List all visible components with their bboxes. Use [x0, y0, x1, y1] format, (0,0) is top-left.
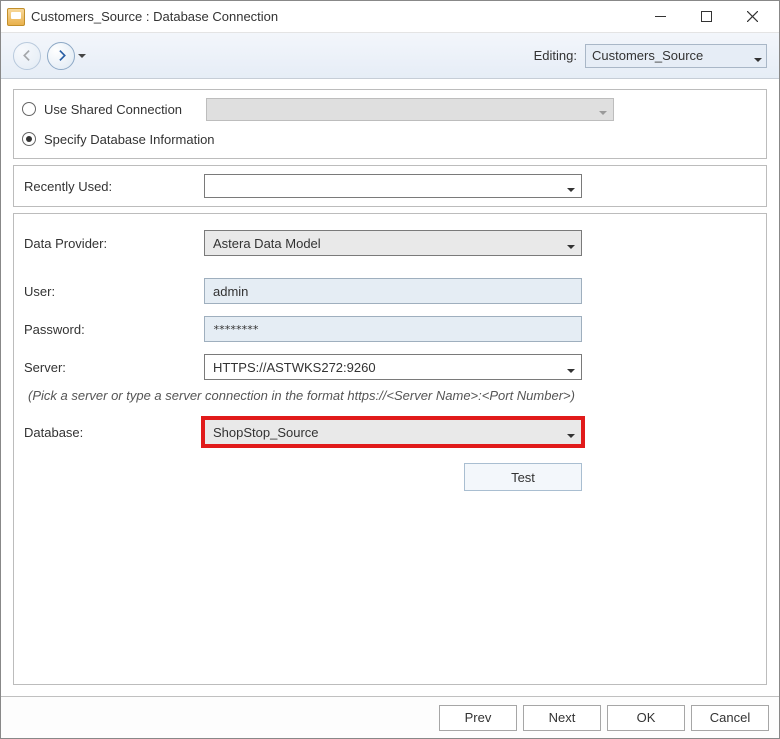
next-button[interactable]: Next: [523, 705, 601, 731]
chevron-down-icon: [567, 363, 575, 378]
window-buttons: [637, 2, 775, 32]
nav-dropdown-icon[interactable]: [78, 48, 86, 63]
password-value: ********: [213, 323, 258, 336]
test-button[interactable]: Test: [464, 463, 582, 491]
cancel-button[interactable]: Cancel: [691, 705, 769, 731]
data-provider-select[interactable]: Astera Data Model: [204, 230, 582, 256]
minimize-button[interactable]: [637, 2, 683, 32]
connection-mode-panel: Use Shared Connection Specify Database I…: [13, 89, 767, 159]
cancel-label: Cancel: [710, 710, 750, 725]
prev-label: Prev: [465, 710, 492, 725]
database-value: ShopStop_Source: [213, 425, 319, 440]
forward-button[interactable]: [47, 42, 75, 70]
close-button[interactable]: [729, 2, 775, 32]
recently-used-select[interactable]: [204, 174, 582, 198]
prev-button[interactable]: Prev: [439, 705, 517, 731]
nav-toolbar: Editing: Customers_Source: [1, 33, 779, 79]
titlebar: Customers_Source : Database Connection: [1, 1, 779, 33]
radio-shared[interactable]: [22, 102, 36, 116]
maximize-button[interactable]: [683, 2, 729, 32]
user-value: admin: [213, 284, 248, 299]
chevron-down-icon: [567, 428, 575, 443]
server-label: Server:: [24, 360, 204, 375]
user-input[interactable]: admin: [204, 278, 582, 304]
test-row: Test: [24, 463, 756, 491]
back-button[interactable]: [13, 42, 41, 70]
radio-specify[interactable]: [22, 132, 36, 146]
shared-connection-select: [206, 98, 614, 121]
recently-used-panel: Recently Used:: [13, 165, 767, 207]
database-row: Database: ShopStop_Source: [24, 413, 756, 451]
specify-row[interactable]: Specify Database Information: [14, 124, 766, 154]
data-provider-row: Data Provider: Astera Data Model: [24, 224, 756, 262]
server-input[interactable]: HTTPS://ASTWKS272:9260: [204, 354, 582, 380]
recently-used-label: Recently Used:: [24, 179, 204, 194]
app-icon: [7, 8, 25, 26]
footer: Prev Next OK Cancel: [1, 696, 779, 738]
ok-label: OK: [637, 710, 656, 725]
database-label: Database:: [24, 425, 204, 440]
chevron-down-icon: [599, 105, 607, 120]
use-shared-row[interactable]: Use Shared Connection: [14, 94, 766, 124]
database-select[interactable]: ShopStop_Source: [204, 419, 582, 445]
window-title: Customers_Source : Database Connection: [31, 9, 637, 24]
connection-form-panel: Data Provider: Astera Data Model User: a…: [13, 213, 767, 685]
chevron-down-icon: [567, 182, 575, 197]
next-label: Next: [549, 710, 576, 725]
ok-button[interactable]: OK: [607, 705, 685, 731]
password-row: Password: ********: [24, 310, 756, 348]
chevron-down-icon: [754, 52, 762, 67]
editing-label: Editing:: [534, 48, 577, 63]
editing-value: Customers_Source: [592, 48, 703, 63]
editing-select[interactable]: Customers_Source: [585, 44, 767, 68]
user-row: User: admin: [24, 272, 756, 310]
body-area: Use Shared Connection Specify Database I…: [1, 79, 779, 697]
server-hint: (Pick a server or type a server connecti…: [24, 386, 756, 413]
chevron-down-icon: [567, 239, 575, 254]
data-provider-value: Astera Data Model: [213, 236, 321, 251]
password-label: Password:: [24, 322, 204, 337]
use-shared-label: Use Shared Connection: [44, 102, 182, 117]
server-value: HTTPS://ASTWKS272:9260: [213, 360, 376, 375]
password-input[interactable]: ********: [204, 316, 582, 342]
test-button-label: Test: [511, 470, 535, 485]
server-row: Server: HTTPS://ASTWKS272:9260: [24, 348, 756, 386]
specify-label: Specify Database Information: [44, 132, 215, 147]
user-label: User:: [24, 284, 204, 299]
data-provider-label: Data Provider:: [24, 236, 204, 251]
